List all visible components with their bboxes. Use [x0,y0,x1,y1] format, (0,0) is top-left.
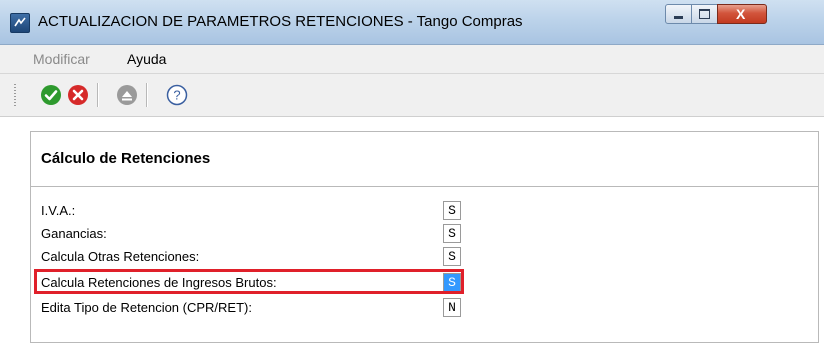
title-bar[interactable]: ACTUALIZACION DE PARAMETROS RETENCIONES … [0,0,824,45]
cancel-button[interactable] [67,84,89,106]
menu-ayuda[interactable]: Ayuda [127,51,166,67]
app-icon[interactable] [10,13,30,33]
close-button[interactable]: X [717,4,767,24]
toolbar-separator [146,83,147,107]
toolbar-grip[interactable] [14,84,16,106]
ganancias-field[interactable]: S [443,224,461,243]
row-tipo-retencion: Edita Tipo de Retencion (CPR/RET): N [31,298,818,318]
row-ganancias: Ganancias: S [31,224,818,244]
help-icon: ? [166,84,188,106]
otras-retenciones-field[interactable]: S [443,247,461,266]
window-title: ACTUALIZACION DE PARAMETROS RETENCIONES … [38,13,523,30]
row-otras-retenciones: Calcula Otras Retenciones: S [31,247,818,267]
eject-button[interactable] [116,84,138,106]
toolbar: ? [0,74,824,117]
section-header: Cálculo de Retenciones [31,132,818,187]
maximize-icon [699,9,710,19]
row-iva: I.V.A.: S [31,201,818,221]
menu-modificar[interactable]: Modificar [33,51,90,67]
toolbar-separator [97,83,98,107]
close-icon: X [736,6,746,22]
ingresos-brutos-field[interactable]: S [443,273,461,292]
check-icon [41,85,61,105]
otras-retenciones-label: Calcula Otras Retenciones: [41,249,200,264]
minimize-button[interactable] [665,4,692,24]
iva-field[interactable]: S [443,201,461,220]
ganancias-label: Ganancias: [41,226,107,241]
tipo-retencion-label: Edita Tipo de Retencion (CPR/RET): [41,300,252,315]
cancel-icon [68,85,88,105]
maximize-button[interactable] [691,4,718,24]
help-button[interactable]: ? [166,84,188,106]
retenciones-panel: Cálculo de Retenciones I.V.A.: S Gananci… [30,131,819,343]
minimize-icon [674,16,683,19]
accept-button[interactable] [40,84,62,106]
menu-bar: Modificar Ayuda [0,45,824,74]
section-title: Cálculo de Retenciones [41,150,211,167]
eject-icon [117,85,137,105]
ingresos-brutos-label: Calcula Retenciones de Ingresos Brutos: [41,275,277,290]
tipo-retencion-field[interactable]: N [443,298,461,317]
row-ingresos-brutos: Calcula Retenciones de Ingresos Brutos: … [31,273,818,293]
iva-label: I.V.A.: [41,203,76,218]
svg-text:?: ? [173,88,180,103]
